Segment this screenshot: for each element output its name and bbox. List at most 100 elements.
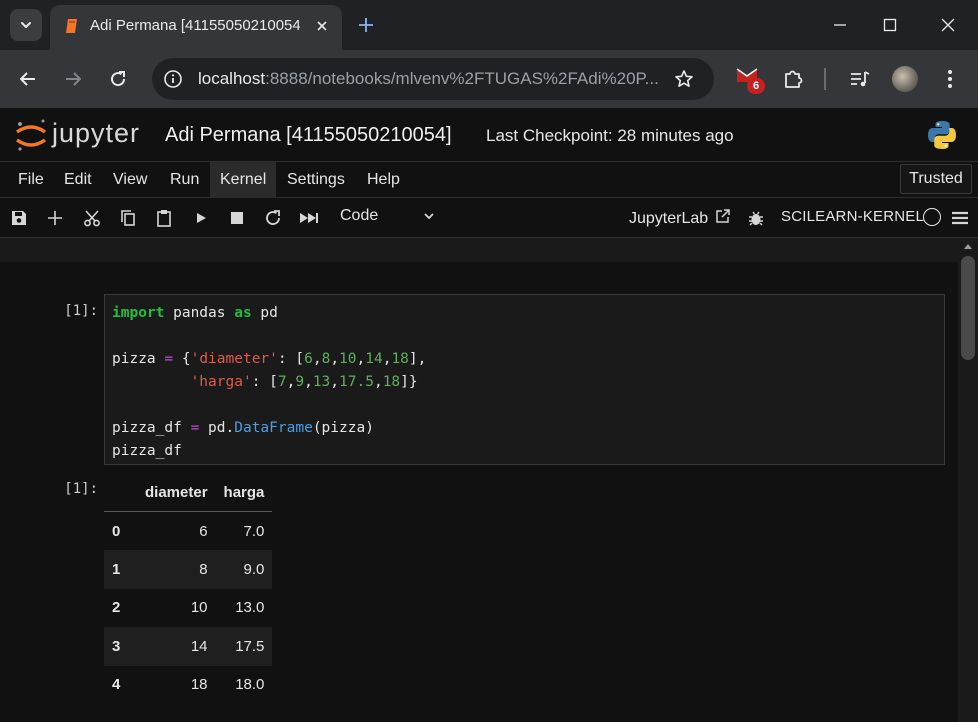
table-header-row: diameter harga <box>104 473 273 512</box>
index-header <box>104 473 137 512</box>
cell-diameter: 14 <box>190 637 208 655</box>
profile-avatar[interactable] <box>892 66 918 92</box>
gmail-extension-button[interactable]: 6 <box>736 66 765 94</box>
browser-tab-active[interactable]: Adi Permana [41155050210054] <box>50 5 342 50</box>
notebook-title[interactable]: Adi Permana [41155050210054] <box>165 124 452 147</box>
minimize-button[interactable] <box>818 8 862 42</box>
reload-icon <box>111 71 126 87</box>
cell-diameter: 6 <box>199 522 208 540</box>
maximize-icon <box>883 18 897 32</box>
code-token: import <box>112 305 165 321</box>
maximize-button[interactable] <box>868 8 912 42</box>
paste-icon[interactable] <box>154 208 174 228</box>
menu-help[interactable]: Help <box>357 162 410 198</box>
hamburger-menu-icon[interactable] <box>950 208 970 228</box>
cell-diameter: 8 <box>199 560 208 578</box>
url-text[interactable]: localhost:8888/notebooks/mlvenv%2FTUGAS%… <box>198 69 659 89</box>
column-header: diameter <box>137 473 216 512</box>
code-token: 'harga' <box>190 374 252 390</box>
insert-cell-icon[interactable] <box>45 208 65 228</box>
tab-search-button[interactable] <box>10 9 42 41</box>
kernel-status-idle-icon <box>923 208 941 226</box>
code-line: import pandas as pd <box>112 305 278 321</box>
media-control-button[interactable] <box>848 67 872 91</box>
address-bar[interactable]: localhost:8888/notebooks/mlvenv%2FTUGAS%… <box>152 58 714 100</box>
menu-file[interactable]: File <box>8 162 54 198</box>
close-tab-icon[interactable] <box>312 16 332 36</box>
tab-title: Adi Permana [41155050210054] <box>90 17 300 34</box>
debugger-bug-icon[interactable] <box>746 208 766 228</box>
code-line: pizza_df = pd.DataFrame(pizza) <box>112 420 374 436</box>
restart-run-all-icon[interactable] <box>299 208 319 228</box>
code-line: 'harga': [7,9,13,17.5,18]} <box>190 374 418 390</box>
chevron-down-icon <box>424 213 434 220</box>
column-header: harga <box>215 473 273 512</box>
back-button[interactable] <box>16 67 40 91</box>
new-tab-button[interactable] <box>354 13 378 37</box>
cell-harga: 18.0 <box>235 676 265 694</box>
notebook-toolbar: Code JupyterLab SCILEARN-KERNEL <box>0 198 978 238</box>
table-row: 3 14 17.5 <box>104 627 273 666</box>
cell-diameter: 10 <box>190 599 208 617</box>
table-row: 1 8 9.0 <box>104 550 273 589</box>
code-line: pizza = {'diameter': [6,8,10,14,18], <box>112 351 427 367</box>
table-row: 4 18 18.0 <box>104 666 272 705</box>
interrupt-kernel-icon[interactable] <box>227 208 247 228</box>
row-index: 2 <box>112 599 121 617</box>
menu-edit[interactable]: Edit <box>54 162 102 198</box>
site-info-icon[interactable] <box>162 68 184 90</box>
menu-view[interactable]: View <box>103 162 157 198</box>
cut-icon[interactable] <box>82 208 102 228</box>
trusted-indicator[interactable]: Trusted <box>900 164 972 194</box>
jupyter-header: jupyter Adi Permana [41155050210054] Las… <box>0 108 978 162</box>
browser-menu-button[interactable] <box>938 67 962 91</box>
jupyterlab-label: JupyterLab <box>629 210 709 227</box>
scroll-up-arrow-icon[interactable] <box>963 242 973 250</box>
close-icon <box>941 18 955 32</box>
kernel-name[interactable]: SCILEARN-KERNEL <box>781 208 924 225</box>
jupyter-menubar: File Edit View Run Kernel Settings Help … <box>0 162 978 198</box>
run-cell-icon[interactable] <box>191 208 211 228</box>
forward-button[interactable] <box>61 67 85 91</box>
cell-type-value: Code <box>340 207 379 224</box>
row-index: 0 <box>112 522 121 540</box>
last-checkpoint: Last Checkpoint: 28 minutes ago <box>486 126 734 145</box>
code-cell-editor[interactable]: import pandas as pd pizza = {'diameter':… <box>104 294 945 465</box>
toolbar-separator <box>824 68 826 90</box>
menu-run[interactable]: Run <box>160 162 209 198</box>
close-window-button[interactable] <box>926 8 970 42</box>
scrollbar-thumb[interactable] <box>961 256 975 360</box>
playlist-music-icon <box>851 71 870 87</box>
restart-kernel-icon[interactable] <box>263 208 283 228</box>
cell-harga: 13.0 <box>235 599 265 617</box>
jupyter-logo[interactable]: jupyter <box>14 118 154 154</box>
dataframe-output: diameter harga 0 6 7.0 1 8 9.0 2 10 13.0… <box>104 473 273 705</box>
browser-toolbar: localhost:8888/notebooks/mlvenv%2FTUGAS%… <box>0 50 978 108</box>
row-index: 4 <box>112 676 121 694</box>
url-host: localhost <box>198 69 266 88</box>
notebook-panel: [1]: import pandas as pd pizza = {'diame… <box>0 238 958 722</box>
extensions-button[interactable] <box>781 67 805 91</box>
python-logo-icon <box>928 121 956 149</box>
reload-button[interactable] <box>106 67 130 91</box>
minimize-icon <box>834 24 846 26</box>
browser-tab-bar: Adi Permana [41155050210054] <box>0 0 978 50</box>
cell-harga: 17.5 <box>235 637 265 655</box>
menu-kernel[interactable]: Kernel <box>210 162 277 198</box>
table-row: 0 6 7.0 <box>104 512 272 551</box>
plus-icon <box>359 18 373 32</box>
back-arrow-icon <box>20 72 35 86</box>
bookmark-star-icon[interactable] <box>672 67 696 91</box>
notebook-scrollbar[interactable] <box>958 238 978 722</box>
save-icon[interactable] <box>9 208 29 228</box>
input-prompt: [1]: <box>64 303 98 319</box>
forward-arrow-icon <box>66 72 81 86</box>
open-jupyterlab-link[interactable]: JupyterLab <box>629 208 731 228</box>
menu-settings[interactable]: Settings <box>277 162 355 198</box>
puzzle-icon <box>785 70 803 88</box>
external-link-icon <box>715 209 730 223</box>
cell-type-dropdown[interactable]: Code <box>340 207 440 229</box>
copy-icon[interactable] <box>118 208 138 228</box>
jupyter-logo-icon <box>15 119 47 151</box>
